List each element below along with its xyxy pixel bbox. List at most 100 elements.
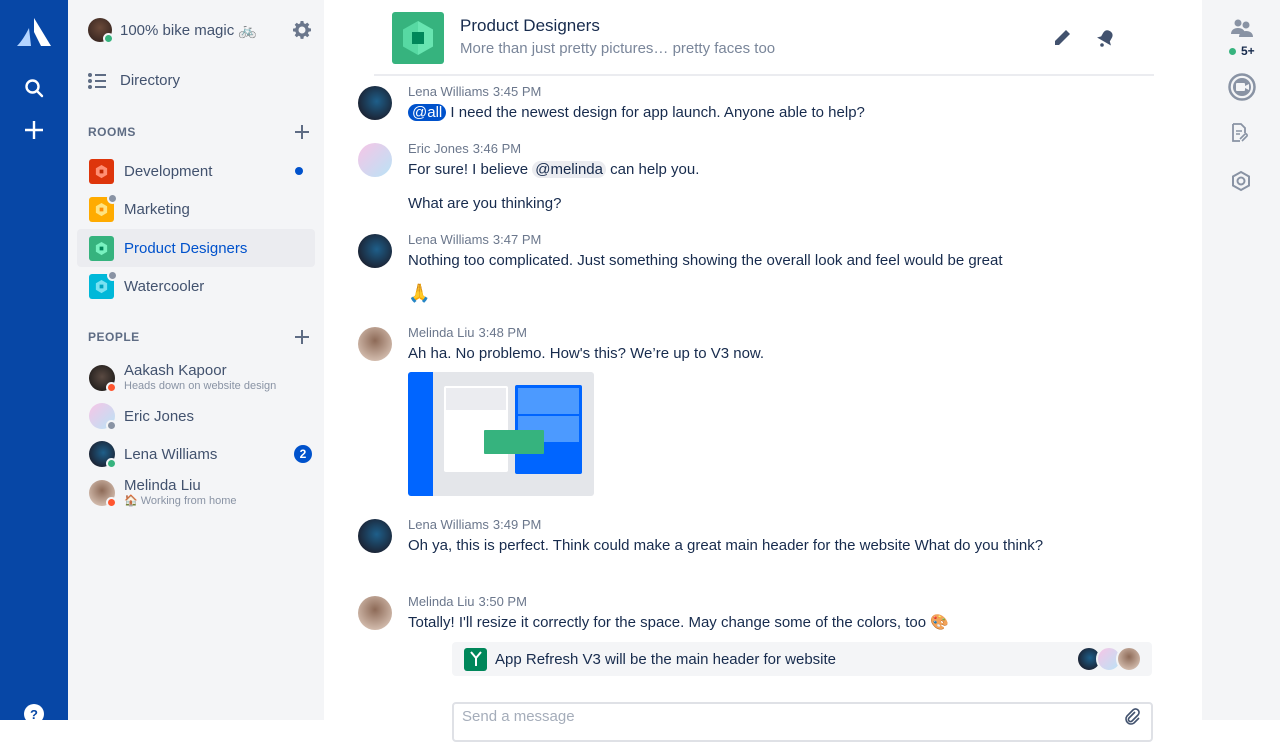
message-text: can help you. — [605, 161, 700, 178]
room-topic: More than just pretty pictures… pretty f… — [460, 40, 776, 57]
unread-count-badge: 2 — [294, 445, 312, 463]
avatar — [89, 403, 117, 431]
help-icon[interactable]: ? — [22, 702, 46, 726]
message-input-placeholder: Send a message — [462, 708, 575, 725]
avatar[interactable] — [358, 234, 392, 268]
add-room-button[interactable] — [294, 124, 310, 140]
sidebar-room-product-designers[interactable]: Product Designers — [77, 229, 315, 267]
decision-item[interactable]: App Refresh V3 will be the main header f… — [452, 642, 1152, 676]
user-profile[interactable]: 100% bike magic 🚲 — [88, 16, 257, 44]
message: Lena Williams 3:47 PM Nothing too complic… — [358, 232, 1003, 304]
message-text: Ah ha. No problemo. How's this? We’re up… — [408, 345, 765, 362]
online-dot-icon — [1229, 47, 1236, 55]
participants-icon[interactable] — [1230, 18, 1254, 42]
room-name: Development — [124, 162, 213, 180]
message: Lena Williams 3:45 PM @all I need the new… — [358, 84, 865, 123]
message-input[interactable]: Send a message — [452, 702, 1153, 742]
room-avatar-icon — [392, 12, 444, 64]
decision-icon — [464, 647, 487, 671]
message-text: Nothing too complicated. Just something … — [408, 252, 1003, 269]
message-author[interactable]: Lena Williams — [408, 517, 489, 532]
presence-online-icon — [103, 33, 114, 44]
settings-hexagon-icon[interactable] — [1230, 170, 1254, 194]
message-author[interactable]: Lena Williams — [408, 232, 489, 247]
message-time: 3:48 PM — [478, 325, 527, 340]
avatar[interactable] — [358, 327, 392, 361]
files-links-icon[interactable] — [1230, 122, 1254, 146]
message-author[interactable]: Lena Williams — [408, 84, 489, 99]
rooms-header: ROOMS — [88, 125, 136, 139]
pray-emoji: 🙏 — [408, 283, 431, 303]
notifications-bell-icon[interactable] — [1096, 28, 1118, 50]
decision-text: App Refresh V3 will be the main header f… — [495, 650, 837, 668]
create-icon[interactable] — [22, 118, 46, 142]
avatar — [89, 364, 117, 393]
person-status: Heads down on website design — [124, 380, 277, 392]
room-icon — [89, 269, 118, 299]
directory-link[interactable]: Directory — [88, 72, 180, 89]
message-time: 3:50 PM — [478, 594, 527, 609]
message-time: 3:47 PM — [492, 232, 542, 247]
list-icon — [88, 72, 106, 89]
message-text: Oh ya, this is perfect. Think could make… — [408, 537, 1044, 554]
message-text: I need the newest design for app launch.… — [450, 104, 865, 121]
room-title: Product Designers — [460, 16, 600, 35]
presence-busy-icon — [106, 381, 117, 393]
message-time: 3:49 PM — [492, 517, 542, 532]
sidebar-person-melinda-liu[interactable]: Melinda Liu 🏠 Working from home — [89, 477, 237, 508]
room-header: Product Designers More than just pretty … — [374, 0, 1154, 76]
avatar — [1116, 646, 1142, 672]
message: Melinda Liu 3:50 PM Totally! I'll resize … — [358, 594, 949, 633]
video-call-icon[interactable] — [1228, 73, 1256, 101]
chat-panel: Product Designers More than just pretty … — [324, 0, 1202, 742]
avatar[interactable] — [358, 596, 392, 630]
avatar[interactable] — [358, 519, 392, 553]
atlassian-logo[interactable] — [17, 18, 51, 46]
presence-offline-icon — [106, 420, 117, 431]
private-room-icon — [107, 192, 118, 204]
room-name: Product Designers — [124, 239, 248, 257]
person-name: Lena Williams — [124, 445, 218, 463]
participants-count-text: 5+ — [1241, 44, 1255, 58]
message-author[interactable]: Melinda Liu — [408, 325, 475, 340]
avatar — [89, 441, 117, 469]
room-name: Marketing — [124, 200, 190, 218]
search-icon[interactable] — [22, 76, 46, 100]
person-status: 🏠 Working from home — [124, 495, 237, 507]
message-author[interactable]: Eric Jones — [408, 141, 469, 156]
sidebar-room-watercooler[interactable]: Watercooler — [77, 267, 315, 305]
add-person-button[interactable] — [294, 329, 310, 345]
message: Eric Jones 3:46 PM For sure! I believe @m… — [358, 141, 700, 214]
right-rail: 5+ — [1202, 0, 1280, 720]
person-name: Eric Jones — [124, 407, 195, 425]
avatar[interactable] — [358, 143, 392, 177]
message: Lena Williams 3:49 PM Oh ya, this is perf… — [358, 517, 1058, 556]
message-time: 3:46 PM — [472, 141, 522, 156]
attachment-icon[interactable] — [1123, 708, 1141, 726]
person-name: Aakash Kapoor — [124, 362, 227, 379]
sidebar: 100% bike magic 🚲 Directory ROOMS Develo… — [68, 0, 324, 720]
sidebar-person-eric-jones[interactable]: Eric Jones — [89, 403, 195, 431]
message-author[interactable]: Melinda Liu — [408, 594, 475, 609]
gear-icon[interactable] — [292, 20, 312, 40]
message-text: Totally! I'll resize it correctly for th… — [408, 614, 949, 631]
avatar[interactable] — [358, 86, 392, 120]
mention-all[interactable]: @all — [408, 104, 447, 121]
mention-melinda[interactable]: @melinda — [532, 161, 606, 178]
sidebar-room-marketing[interactable]: Marketing — [77, 190, 315, 228]
sidebar-person-lena-williams[interactable]: Lena Williams — [89, 441, 218, 469]
message-text: What are you thinking? — [408, 195, 562, 212]
sidebar-room-development[interactable]: Development — [77, 152, 315, 190]
directory-label: Directory — [120, 72, 181, 89]
private-room-icon — [107, 269, 118, 281]
avatar — [88, 18, 114, 44]
room-name: Watercooler — [124, 277, 205, 295]
participants-count: 5+ — [1229, 44, 1255, 58]
avatar — [89, 479, 117, 508]
room-icon — [89, 192, 118, 222]
design-preview-image[interactable] — [408, 372, 594, 496]
edit-icon[interactable] — [1052, 28, 1074, 50]
message-time: 3:45 PM — [492, 84, 542, 99]
user-status-text: 100% bike magic 🚲 — [120, 22, 258, 39]
sidebar-person-aakash-kapoor[interactable]: Aakash Kapoor Heads down on website desi… — [89, 362, 276, 393]
